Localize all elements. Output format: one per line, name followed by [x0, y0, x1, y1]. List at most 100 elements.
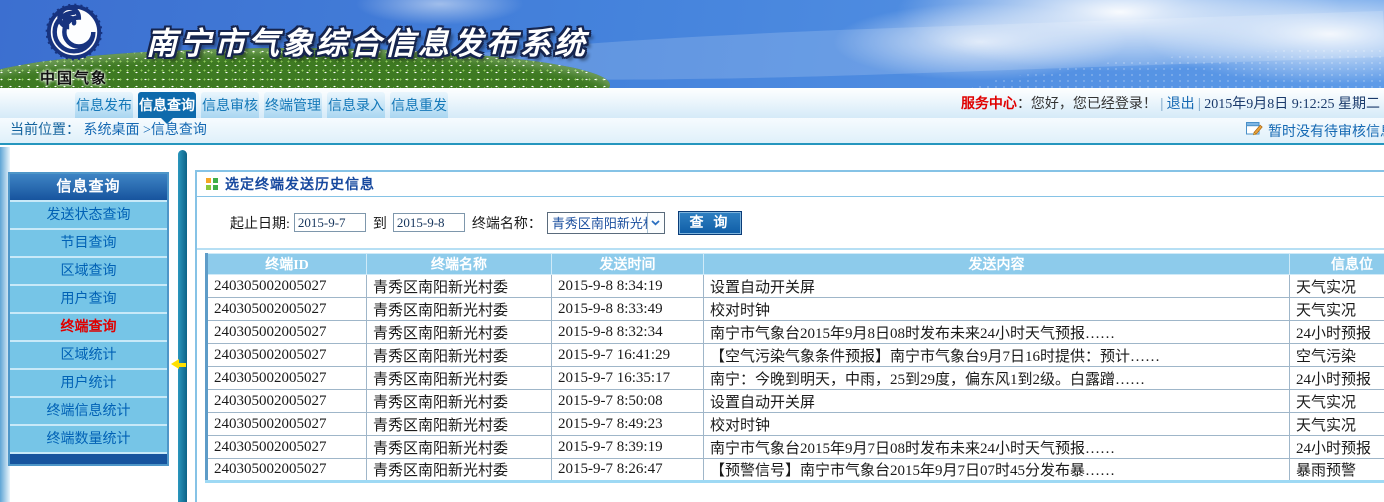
tab-3[interactable]: 信息审核 — [201, 92, 259, 118]
table-cell: 2015-9-7 16:35:17 — [552, 367, 704, 390]
table-row: 240305002005027青秀区南阳新光村委2015-9-7 16:35:1… — [207, 367, 1384, 390]
table-cell: 暴雨预警 — [1290, 459, 1384, 482]
table-cell: 【预警信号】南宁市气象台2015年9月7日07时45分发布暴…… — [704, 459, 1290, 482]
breadcrumb-bar: 当前位置： 系统桌面 >信息查询 暂时没有待审核信息 — [0, 118, 1384, 145]
sidebar-item-4[interactable]: 用户查询 — [10, 284, 167, 312]
tab-6[interactable]: 信息重发 — [390, 92, 448, 118]
nav-bar: 信息发布信息查询信息审核终端管理信息录入信息重发 服务中心：您好，您已经登录！|… — [0, 88, 1384, 118]
panel-title: 选定终端发送历史信息 — [225, 174, 375, 194]
sidebar-item-5[interactable]: 终端查询 — [10, 312, 167, 340]
system-title: 南宁市气象综合信息发布系统 — [146, 18, 588, 63]
table-cell: 24小时预报 — [1290, 367, 1384, 390]
table-cell: 设置自动开关屏 — [704, 275, 1290, 298]
table-cell: 240305002005027 — [207, 459, 367, 482]
table-cell: 240305002005027 — [207, 436, 367, 459]
table-row: 240305002005027青秀区南阳新光村委2015-9-7 8:50:08… — [207, 390, 1384, 413]
table-cell: 天气实况 — [1290, 275, 1384, 298]
table-cell: 240305002005027 — [207, 367, 367, 390]
breadcrumb-current: 信息查询 — [151, 123, 207, 138]
datetime-text: 2015年9月8日 9:12:25 星期二 — [1204, 97, 1380, 112]
sidebar-item-2[interactable]: 节目查询 — [10, 228, 167, 256]
table-row: 240305002005027青秀区南阳新光村委2015-9-7 16:41:2… — [207, 344, 1384, 367]
terminal-select[interactable]: 青秀区南阳新光村委 — [547, 212, 665, 234]
table-cell: 2015-9-7 8:50:08 — [552, 390, 704, 413]
date-to-input[interactable] — [393, 213, 465, 232]
breadcrumb-separator: > — [143, 123, 151, 138]
column-header-3: 发送时间 — [552, 254, 704, 275]
sidebar-item-3[interactable]: 区域查询 — [10, 256, 167, 284]
review-notice[interactable]: 暂时没有待审核信息 — [1246, 118, 1384, 143]
chevron-down-icon[interactable] — [647, 213, 664, 233]
sidebar-splitter[interactable] — [178, 150, 187, 502]
table-cell: 240305002005027 — [207, 390, 367, 413]
terminal-name-label: 终端名称： — [472, 213, 542, 233]
logout-link[interactable]: 退出 — [1167, 95, 1195, 111]
table-cell: 校对时钟 — [704, 298, 1290, 321]
logo-caption: 中国气象 — [26, 67, 122, 88]
table-cell: 24小时预报 — [1290, 321, 1384, 344]
table-cell: 2015-9-7 8:39:19 — [552, 436, 704, 459]
table-row: 240305002005027青秀区南阳新光村委2015-9-7 8:26:47… — [207, 459, 1384, 482]
panel-header: 选定终端发送历史信息 — [197, 172, 1384, 197]
table-cell: 青秀区南阳新光村委 — [367, 298, 552, 321]
table-cell: 2015-9-7 16:41:29 — [552, 344, 704, 367]
table-cell: 240305002005027 — [207, 344, 367, 367]
table-cell: 校对时钟 — [704, 413, 1290, 436]
sidebar-item-6[interactable]: 区域统计 — [10, 340, 167, 368]
to-label: 到 — [373, 213, 387, 233]
table-cell: 青秀区南阳新光村委 — [367, 413, 552, 436]
sidebar-item-1[interactable]: 发送状态查询 — [10, 200, 167, 228]
review-notice-text: 暂时没有待审核信息 — [1268, 121, 1384, 141]
table-cell: 南宁：今晚到明天，中雨，25到29度，偏东风1到2级。白露蹭…… — [704, 367, 1290, 390]
table-cell: 青秀区南阳新光村委 — [367, 344, 552, 367]
table-cell: 2015-9-8 8:32:34 — [552, 321, 704, 344]
table-cell: 天气实况 — [1290, 390, 1384, 413]
separator: | — [1198, 95, 1202, 111]
table-cell: 南宁市气象台2015年9月8日08时发布未来24小时天气预报…… — [704, 321, 1290, 344]
table-cell: 【空气污染气象条件预报】南宁市气象台9月7日16时提供：预计…… — [704, 344, 1290, 367]
table-cell: 南宁市气象台2015年9月7日08时发布未来24小时天气预报…… — [704, 436, 1290, 459]
filter-toolbar: 起止日期: 到 终端名称： 青秀区南阳新光村委 查 询 — [197, 197, 1384, 250]
sidebar-item-8[interactable]: 终端信息统计 — [10, 396, 167, 424]
table-cell: 青秀区南阳新光村委 — [367, 321, 552, 344]
table-row: 240305002005027青秀区南阳新光村委2015-9-7 8:39:19… — [207, 436, 1384, 459]
sidebar-item-7[interactable]: 用户统计 — [10, 368, 167, 396]
table-cell: 空气污染 — [1290, 344, 1384, 367]
terminal-select-value: 青秀区南阳新光村委 — [548, 213, 647, 232]
tab-4[interactable]: 终端管理 — [264, 92, 322, 118]
table-cell: 240305002005027 — [207, 321, 367, 344]
table-row: 240305002005027青秀区南阳新光村委2015-9-7 8:49:23… — [207, 413, 1384, 436]
table-body: 240305002005027青秀区南阳新光村委2015-9-8 8:34:19… — [207, 275, 1384, 482]
table-cell: 240305002005027 — [207, 413, 367, 436]
date-from-input[interactable] — [294, 213, 366, 232]
table-row: 240305002005027青秀区南阳新光村委2015-9-8 8:34:19… — [207, 275, 1384, 298]
greeting-text: ：您好，您已经登录！ — [1017, 95, 1157, 111]
table-row: 240305002005027青秀区南阳新光村委2015-9-8 8:32:34… — [207, 321, 1384, 344]
content-area: 信息查询 发送状态查询节目查询区域查询用户查询终端查询区域统计用户统计终端信息统… — [0, 147, 1384, 502]
breadcrumb-root[interactable]: 系统桌面 — [84, 123, 140, 138]
tab-1[interactable]: 信息发布 — [75, 92, 133, 118]
cma-logo: 中国气象 — [26, 3, 122, 88]
column-header-2: 终端名称 — [367, 254, 552, 275]
separator: | — [1160, 95, 1164, 111]
query-button[interactable]: 查 询 — [678, 211, 742, 235]
table-cell: 240305002005027 — [207, 298, 367, 321]
session-info: 服务中心：您好，您已经登录！|退出|2015年9月8日 9:12:25 星期二 — [961, 88, 1380, 118]
top-banner: 中国气象 南宁市气象综合信息发布系统 — [0, 0, 1384, 88]
service-center-label: 服务中心 — [961, 95, 1017, 111]
table-cell: 青秀区南阳新光村委 — [367, 275, 552, 298]
main-panel: 选定终端发送历史信息 起止日期: 到 终端名称： 青秀区南阳新光村委 查 询 终… — [195, 170, 1384, 502]
collapse-arrow-icon[interactable] — [171, 359, 187, 370]
table-cell: 天气实况 — [1290, 413, 1384, 436]
tab-2[interactable]: 信息查询 — [138, 92, 196, 118]
table-cell: 240305002005027 — [207, 275, 367, 298]
table-cell: 青秀区南阳新光村委 — [367, 459, 552, 482]
table-header-row: 终端ID终端名称发送时间发送内容信息位 — [207, 254, 1384, 275]
cma-spiral-icon — [45, 48, 103, 65]
table-cell: 2015-9-8 8:33:49 — [552, 298, 704, 321]
nav-tabs: 信息发布信息查询信息审核终端管理信息录入信息重发 — [75, 92, 448, 118]
breadcrumb: 当前位置： 系统桌面 >信息查询 — [10, 118, 207, 143]
table-cell: 2015-9-8 8:34:19 — [552, 275, 704, 298]
sidebar-item-9[interactable]: 终端数量统计 — [10, 424, 167, 452]
tab-5[interactable]: 信息录入 — [327, 92, 385, 118]
